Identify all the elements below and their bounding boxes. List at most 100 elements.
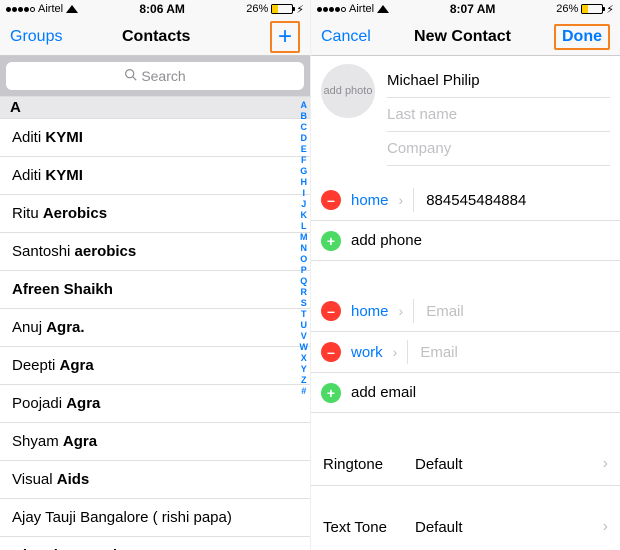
status-time: 8:06 AM: [139, 2, 185, 16]
remove-icon[interactable]: –: [321, 301, 341, 321]
status-bar: Airtel 8:06 AM 26% ⚡︎: [0, 0, 310, 18]
chevron-right-icon: ›: [399, 303, 404, 319]
new-contact-form: add photo –home›+add phone –home›–work›+…: [311, 56, 620, 550]
contact-row[interactable]: Shyam Agra: [0, 423, 310, 461]
contact-row[interactable]: Anuj Agra.: [0, 309, 310, 347]
chevron-right-icon: ›: [393, 344, 398, 360]
contact-row[interactable]: Ajay Tauji Bangalore ( rishi papa): [0, 499, 310, 537]
email-value-field[interactable]: [407, 340, 619, 364]
email-section: –home›–work›+add email: [311, 291, 620, 413]
search-placeholder: Search: [141, 68, 185, 84]
ringtone-row[interactable]: Ringtone Default ›: [311, 443, 620, 486]
texttone-value: Default: [415, 519, 591, 536]
email-value-field[interactable]: [413, 299, 620, 323]
new-contact-screen: Airtel 8:07 AM 26% ⚡︎ Cancel New Contact…: [310, 0, 620, 550]
index-letter[interactable]: V: [300, 331, 309, 341]
battery-icon: [581, 4, 603, 14]
contact-row[interactable]: Ritu Aerobics: [0, 195, 310, 233]
add-contact-button[interactable]: +: [250, 21, 300, 53]
index-letter[interactable]: G: [300, 166, 309, 176]
contact-row[interactable]: Aditi KYMI: [0, 157, 310, 195]
add-photo-button[interactable]: add photo: [321, 64, 375, 118]
company-field[interactable]: [387, 132, 610, 166]
index-letter[interactable]: F: [300, 155, 309, 165]
index-letter[interactable]: D: [300, 133, 309, 143]
add-email-button[interactable]: +add email: [311, 373, 620, 413]
index-letter[interactable]: N: [300, 243, 309, 253]
alpha-index[interactable]: ABCDEFGHIJKLMNOPQRSTUVWXYZ#: [300, 100, 309, 396]
page-title: Contacts: [62, 28, 250, 46]
index-letter[interactable]: O: [300, 254, 309, 264]
wifi-icon: [66, 5, 78, 13]
wifi-icon: [377, 5, 389, 13]
status-bar: Airtel 8:07 AM 26% ⚡︎: [311, 0, 620, 18]
index-letter[interactable]: Q: [300, 276, 309, 286]
battery-percent: 26%: [556, 3, 578, 15]
phone-row: –home ›: [311, 180, 620, 221]
email-row: –work ›: [311, 332, 620, 373]
carrier-label: Airtel: [349, 3, 374, 15]
phone-type-button[interactable]: home: [351, 192, 389, 209]
contacts-list[interactable]: Aditi KYMIAditi KYMIRitu AerobicsSantosh…: [0, 119, 310, 550]
contacts-screen: Airtel 8:06 AM 26% ⚡︎ Groups Contacts + …: [0, 0, 310, 550]
signal-icon: [317, 7, 346, 12]
texttone-row[interactable]: Text Tone Default ›: [311, 506, 620, 548]
index-letter[interactable]: A: [300, 100, 309, 110]
plus-icon: +: [321, 383, 341, 403]
contact-row[interactable]: Afreen Shaikh: [0, 271, 310, 309]
index-letter[interactable]: W: [300, 342, 309, 352]
plus-icon: +: [321, 231, 341, 251]
index-letter[interactable]: C: [300, 122, 309, 132]
index-letter[interactable]: E: [300, 144, 309, 154]
section-header: A: [0, 96, 310, 119]
first-name-field[interactable]: [387, 64, 610, 98]
index-letter[interactable]: #: [300, 386, 309, 396]
email-type-button[interactable]: home: [351, 303, 389, 320]
contact-row[interactable]: Deepti Agra: [0, 347, 310, 385]
search-wrap: Search: [0, 56, 310, 96]
index-letter[interactable]: K: [300, 210, 309, 220]
index-letter[interactable]: J: [300, 199, 309, 209]
email-row: –home ›: [311, 291, 620, 332]
nav-bar: Cancel New Contact Done: [311, 18, 620, 56]
page-title: New Contact: [371, 28, 554, 46]
contact-row[interactable]: Visual Aids: [0, 461, 310, 499]
ringtone-value: Default: [415, 456, 591, 473]
battery-percent: 26%: [246, 3, 268, 15]
contact-row[interactable]: Poojadi Agra: [0, 385, 310, 423]
index-letter[interactable]: H: [300, 177, 309, 187]
contact-row[interactable]: Santoshi aerobics: [0, 233, 310, 271]
remove-icon[interactable]: –: [321, 190, 341, 210]
charging-icon: ⚡︎: [296, 3, 304, 16]
index-letter[interactable]: P: [300, 265, 309, 275]
status-time: 8:07 AM: [450, 2, 496, 16]
add-phone-button[interactable]: +add phone: [311, 221, 620, 261]
chevron-right-icon: ›: [399, 192, 404, 208]
battery-icon: [271, 4, 293, 14]
index-letter[interactable]: U: [300, 320, 309, 330]
email-type-button[interactable]: work: [351, 344, 383, 361]
contact-row[interactable]: Aditi KYMI: [0, 119, 310, 157]
index-letter[interactable]: I: [300, 188, 309, 198]
done-button[interactable]: Done: [554, 24, 610, 50]
index-letter[interactable]: B: [300, 111, 309, 121]
texttone-label: Text Tone: [323, 519, 403, 536]
charging-icon: ⚡︎: [606, 3, 614, 16]
groups-button[interactable]: Groups: [10, 28, 62, 46]
index-letter[interactable]: T: [300, 309, 309, 319]
cancel-button[interactable]: Cancel: [321, 28, 371, 46]
index-letter[interactable]: Y: [300, 364, 309, 374]
contact-row[interactable]: Akarsh Nagpal: [0, 537, 310, 550]
phone-value-field[interactable]: [413, 188, 620, 212]
search-input[interactable]: Search: [6, 62, 304, 90]
index-letter[interactable]: L: [300, 221, 309, 231]
index-letter[interactable]: S: [300, 298, 309, 308]
index-letter[interactable]: R: [300, 287, 309, 297]
remove-icon[interactable]: –: [321, 342, 341, 362]
signal-icon: [6, 7, 35, 12]
last-name-field[interactable]: [387, 98, 610, 132]
index-letter[interactable]: Z: [300, 375, 309, 385]
plus-icon: +: [278, 23, 292, 50]
index-letter[interactable]: M: [300, 232, 309, 242]
index-letter[interactable]: X: [300, 353, 309, 363]
